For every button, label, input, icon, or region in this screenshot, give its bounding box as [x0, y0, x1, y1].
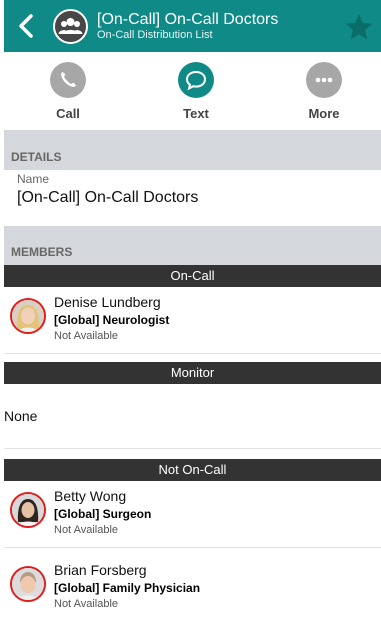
group-header-on-call: On-Call — [4, 265, 381, 287]
member-name: Betty Wong — [54, 488, 127, 504]
header-titles: [On-Call] On-Call Doctors On-Call Distri… — [97, 11, 337, 42]
app-bar: [On-Call] On-Call Doctors On-Call Distri… — [4, 0, 381, 52]
action-bar: Call Text More — [4, 52, 381, 130]
call-label: Call — [56, 106, 80, 121]
member-row[interactable]: Betty Wong [Global] Surgeon Not Availabl… — [4, 482, 381, 548]
member-row[interactable]: Brian Forsberg [Global] Family Physician… — [4, 556, 381, 617]
divider — [4, 448, 381, 449]
chevron-left-icon[interactable] — [14, 12, 40, 40]
name-field-label: Name — [17, 172, 50, 186]
details-section-header: DETAILS — [4, 130, 381, 170]
group-header-not-on-call: Not On-Call — [4, 459, 381, 481]
member-role: [Global] Surgeon — [54, 507, 152, 521]
member-role: [Global] Neurologist — [54, 313, 170, 327]
chat-bubble-icon — [178, 62, 214, 98]
more-label: More — [308, 106, 340, 121]
ellipsis-icon — [306, 62, 342, 98]
member-status: Not Available — [54, 524, 119, 536]
avatar — [10, 566, 46, 602]
text-button[interactable]: Text — [161, 62, 231, 121]
avatar — [10, 492, 46, 528]
more-button[interactable]: More — [289, 62, 359, 121]
member-name: Brian Forsberg — [54, 562, 147, 578]
member-row[interactable]: Denise Lundberg [Global] Neurologist Not… — [4, 288, 381, 354]
members-section-header: MEMBERS — [4, 226, 381, 265]
avatar — [10, 298, 46, 334]
name-field-value: [On-Call] On-Call Doctors — [17, 189, 199, 206]
page-subtitle: On-Call Distribution List — [97, 29, 213, 41]
group-icon — [53, 9, 88, 44]
member-name: Denise Lundberg — [54, 294, 161, 310]
page-title: [On-Call] On-Call Doctors — [97, 11, 279, 28]
member-status: Not Available — [54, 330, 119, 342]
member-role: [Global] Family Physician — [54, 581, 201, 595]
empty-group-text: None — [4, 408, 38, 424]
phone-icon — [50, 62, 86, 98]
text-label: Text — [183, 106, 209, 121]
group-header-monitor: Monitor — [4, 362, 381, 384]
star-icon[interactable] — [344, 12, 374, 42]
member-status: Not Available — [54, 598, 119, 610]
call-button[interactable]: Call — [33, 62, 103, 121]
